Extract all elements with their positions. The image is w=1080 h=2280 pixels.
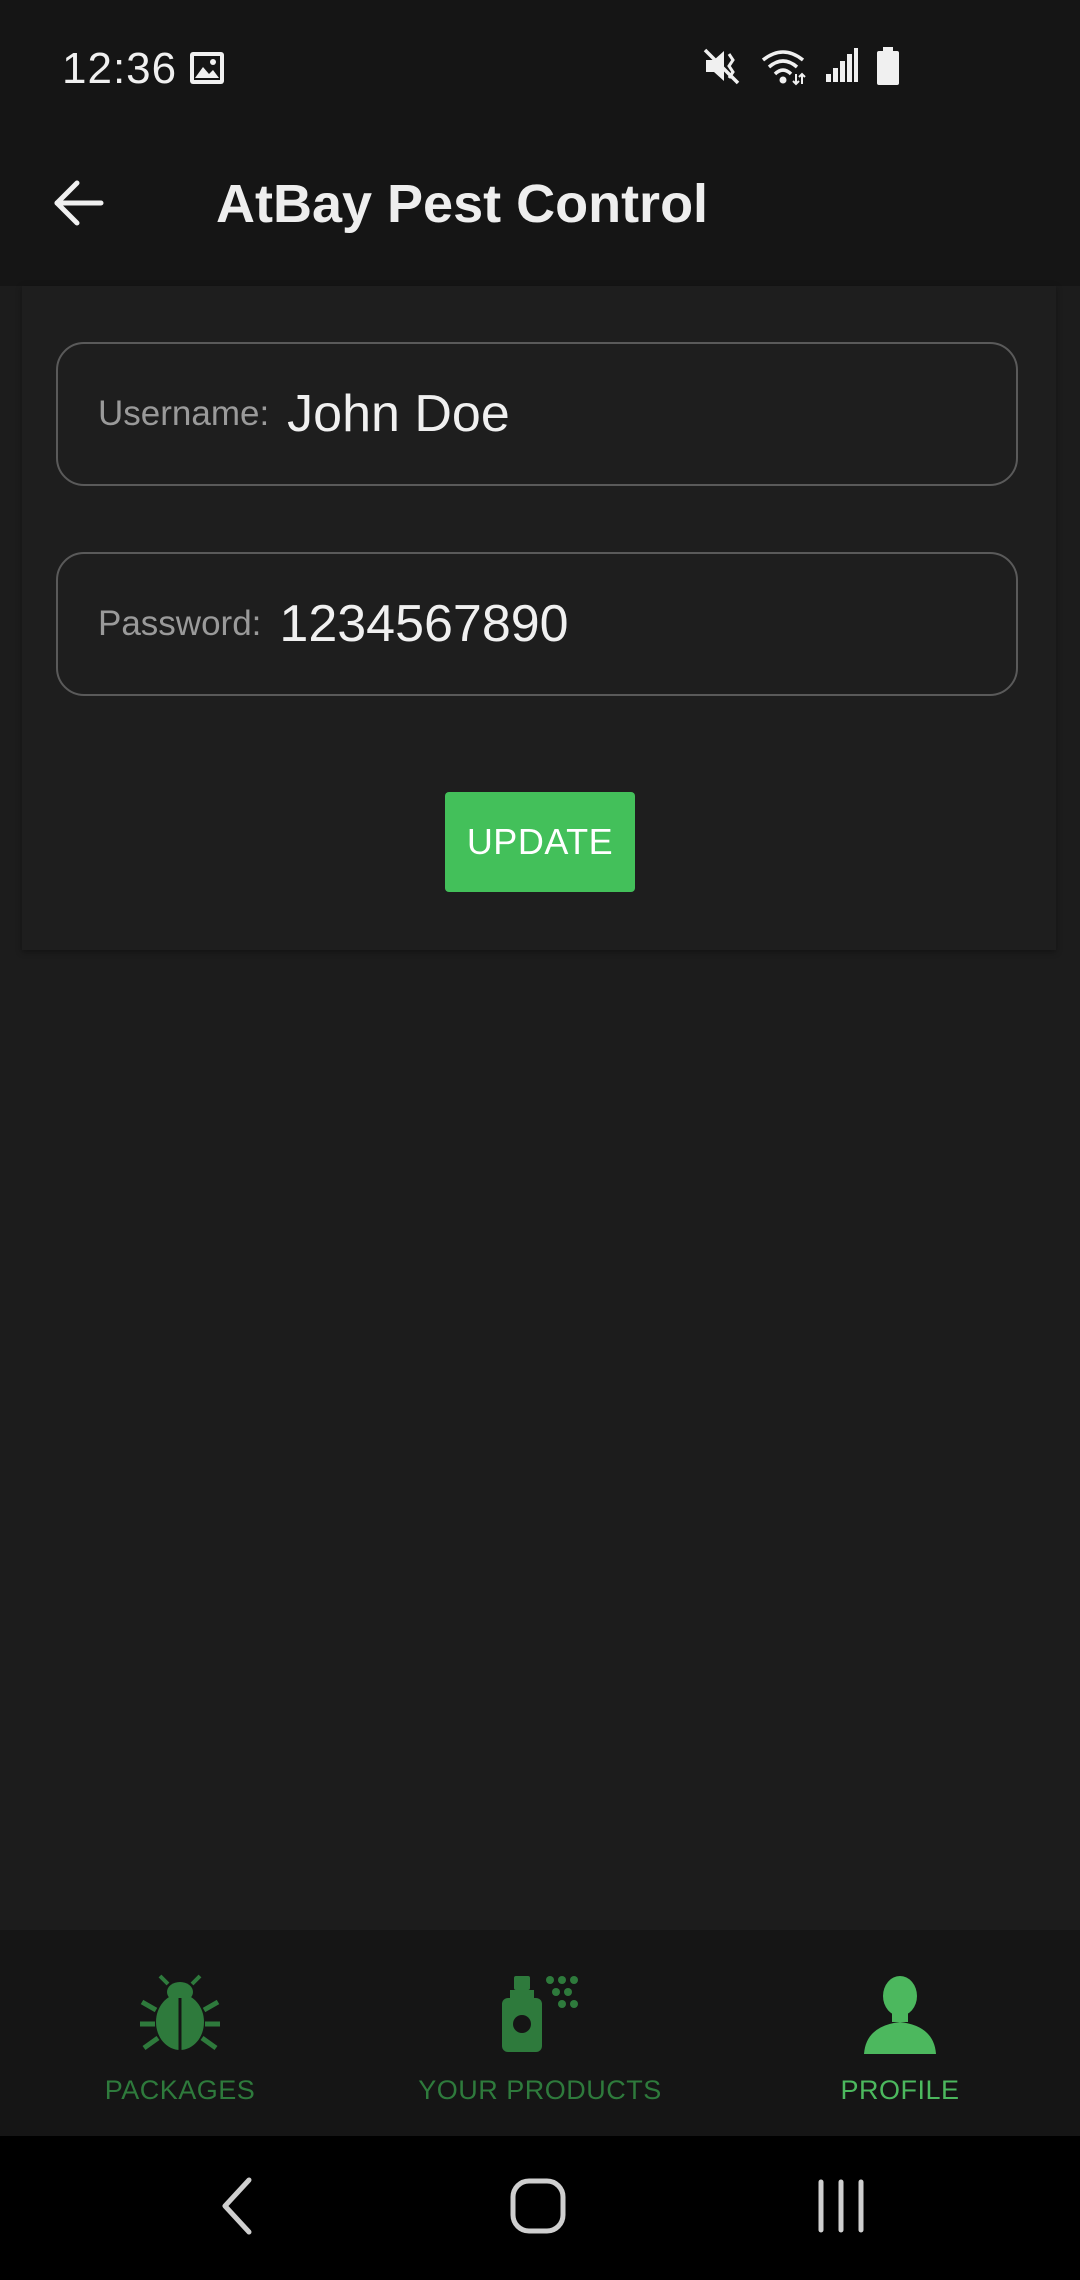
nav-label-your-products: YOUR PRODUCTS	[418, 2075, 662, 2105]
image-icon	[188, 50, 226, 91]
bottom-navigation: PACKAGES YOUR PRODUCTS PROFILE	[0, 1930, 1080, 2136]
nav-item-your-products[interactable]: YOUR PRODUCTS	[360, 1930, 720, 2136]
home-icon	[508, 2176, 568, 2241]
system-navigation-bar	[0, 2136, 1080, 2280]
status-icons	[702, 46, 900, 91]
recent-apps-icon	[814, 2178, 868, 2239]
nav-item-profile[interactable]: PROFILE	[720, 1930, 1080, 2136]
battery-icon	[876, 47, 900, 90]
wifi-icon	[760, 46, 806, 91]
system-recent-apps-button[interactable]	[796, 2166, 886, 2250]
spray-bottle-icon	[360, 1974, 720, 2058]
nav-label-profile: PROFILE	[840, 2075, 960, 2105]
page-title: AtBay Pest Control	[216, 174, 709, 234]
system-back-button[interactable]	[192, 2166, 282, 2250]
password-input[interactable]: 1234567890	[279, 594, 568, 654]
back-button[interactable]	[40, 167, 116, 243]
nav-item-packages[interactable]: PACKAGES	[0, 1930, 360, 2136]
password-label: Password:	[98, 604, 262, 643]
app-bar: AtBay Pest Control	[0, 140, 1080, 286]
system-home-button[interactable]	[493, 2166, 583, 2250]
update-button[interactable]: UPDATE	[445, 792, 635, 892]
nav-label-packages: PACKAGES	[104, 2075, 256, 2105]
status-time: 12:36	[62, 44, 178, 93]
username-label: Username:	[98, 394, 270, 433]
signal-icon	[824, 48, 858, 89]
back-chevron-icon	[217, 2176, 257, 2241]
person-icon	[720, 1974, 1080, 2058]
username-input[interactable]: John Doe	[287, 384, 510, 444]
profile-form-card: Username: John Doe Password: 1234567890 …	[22, 286, 1056, 950]
mute-icon	[702, 46, 742, 91]
arrow-left-icon	[51, 179, 105, 232]
password-field[interactable]: Password: 1234567890	[56, 552, 1018, 696]
status-bar: 12:36	[0, 0, 1080, 140]
username-field[interactable]: Username: John Doe	[56, 342, 1018, 486]
bug-icon	[0, 1974, 360, 2058]
